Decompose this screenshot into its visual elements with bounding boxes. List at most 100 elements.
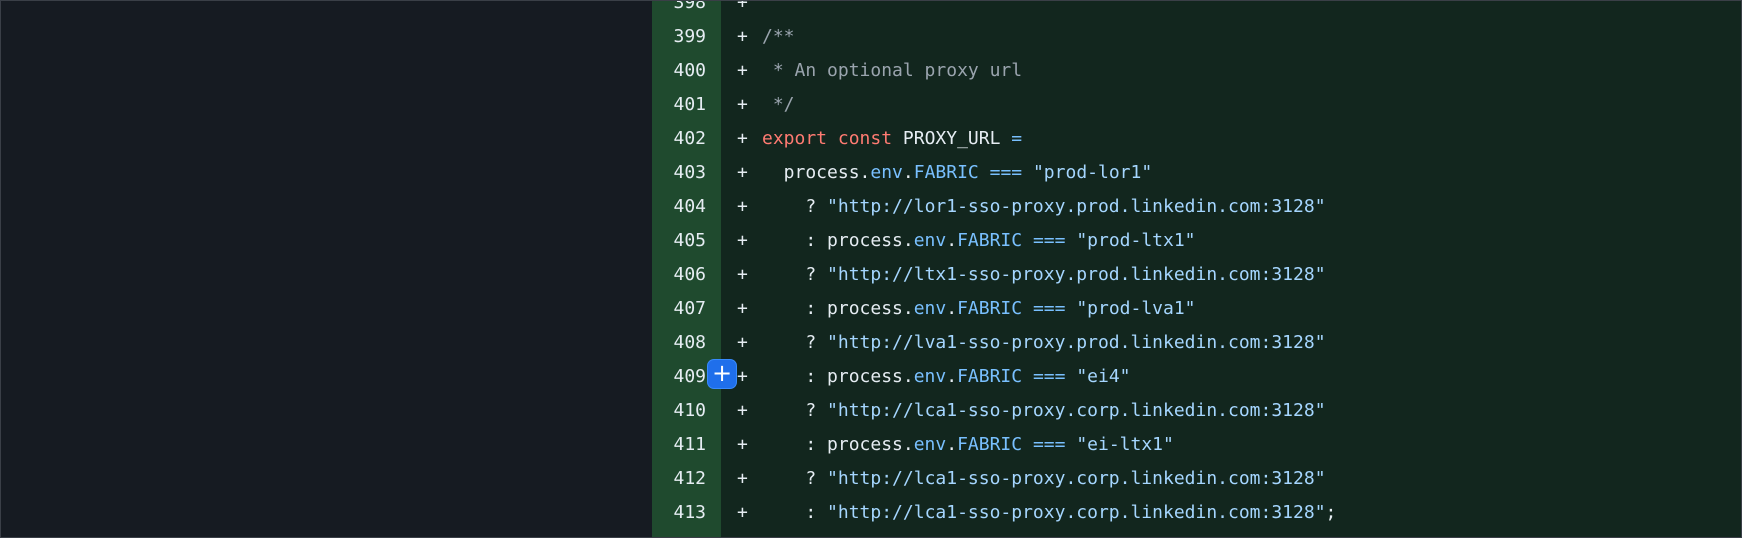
code-token: ===: [1032, 230, 1066, 251]
code-token: .: [946, 298, 958, 319]
added-line-marker: +: [737, 298, 748, 319]
diff-line[interactable]: 399 + /**: [652, 20, 1741, 54]
line-number[interactable]: 410: [652, 394, 706, 428]
diff-line[interactable]: 408 + ? "http://lva1-sso-proxy.prod.linke…: [652, 326, 1741, 360]
diff-line[interactable]: 412 + ? "http://lca1-sso-proxy.corp.linke…: [652, 462, 1741, 496]
line-number[interactable]: 400: [652, 54, 706, 88]
code-token: ?: [762, 332, 828, 353]
added-line-marker: +: [737, 230, 748, 251]
line-number[interactable]: 401: [652, 88, 706, 122]
diff-line[interactable]: 409 + : process.env.FABRIC === "ei4": [652, 360, 1741, 394]
line-number[interactable]: 398: [652, 1, 706, 20]
code-text: : process.env.FABRIC === "ei-ltx1": [762, 428, 1174, 462]
code-text: /**: [762, 20, 795, 54]
code-token: "prod-lor1": [1032, 162, 1153, 183]
added-line-marker: +: [737, 264, 748, 285]
diff-line[interactable]: 413 + : "http://lca1-sso-proxy.corp.linke…: [652, 496, 1741, 530]
line-number[interactable]: 404: [652, 190, 706, 224]
diff-line[interactable]: 404 + ? "http://lor1-sso-proxy.prod.linke…: [652, 190, 1741, 224]
code-token: ?: [762, 264, 828, 285]
code-token: : process.: [762, 434, 914, 455]
added-line-marker: +: [737, 468, 748, 489]
code-token: "http://lor1-sso-proxy.prod.linkedin.com…: [827, 196, 1326, 217]
added-line-marker: +: [737, 94, 748, 115]
added-line-marker: +: [737, 128, 748, 149]
code-token: ?: [762, 196, 828, 217]
code-token: ?: [762, 468, 828, 489]
code-text: ? "http://lor1-sso-proxy.prod.linkedin.c…: [762, 190, 1326, 224]
add-comment-button[interactable]: +: [708, 360, 736, 388]
code-token: ===: [1032, 434, 1066, 455]
code-token: "prod-ltx1": [1076, 230, 1196, 251]
line-number[interactable]: 406: [652, 258, 706, 292]
code-text: ? "http://lva1-sso-proxy.prod.linkedin.c…: [762, 326, 1326, 360]
line-number[interactable]: 411: [652, 428, 706, 462]
line-number[interactable]: 405: [652, 224, 706, 258]
code-text: : process.env.FABRIC === "prod-ltx1": [762, 224, 1196, 258]
code-token: FABRIC: [957, 298, 1023, 319]
code-text: * An optional proxy url: [762, 54, 1022, 88]
added-line-marker: +: [737, 434, 748, 455]
added-line-marker: +: [737, 332, 748, 353]
code-text: ? "http://ltx1-sso-proxy.prod.linkedin.c…: [762, 258, 1326, 292]
code-token: :: [762, 502, 828, 523]
diff-line[interactable]: 400 + * An optional proxy url: [652, 54, 1741, 88]
line-number[interactable]: 407: [652, 292, 706, 326]
diff-viewer: 398 +399 +/** 400 + * An optional proxy url 4…: [0, 0, 1742, 538]
line-number[interactable]: 403: [652, 156, 706, 190]
line-number[interactable]: 399: [652, 20, 706, 54]
diff-line[interactable]: 402 + export const PROXY_URL =: [652, 122, 1741, 156]
added-line-marker: +: [737, 162, 748, 183]
code-token: ===: [1032, 366, 1066, 387]
added-line-marker: +: [737, 26, 748, 47]
diff-line[interactable]: 398 +: [652, 1, 1741, 20]
code-token: FABRIC: [957, 434, 1023, 455]
code-token: /**: [762, 26, 795, 47]
code-token: PROXY_URL: [892, 128, 1012, 149]
code-token: "http://lca1-sso-proxy.corp.linkedin.com…: [827, 400, 1326, 421]
code-token: env: [913, 366, 947, 387]
added-line-marker: +: [737, 502, 748, 523]
diff-line[interactable]: 406 + ? "http://ltx1-sso-proxy.prod.linke…: [652, 258, 1741, 292]
diff-line[interactable]: 403 + process.env.FABRIC === "prod-lor1": [652, 156, 1741, 190]
code-token: : process.: [762, 298, 914, 319]
line-number[interactable]: 402: [652, 122, 706, 156]
code-token: env: [913, 434, 947, 455]
code-token: .: [946, 230, 958, 251]
code-token: "http://lca1-sso-proxy.corp.linkedin.com…: [827, 468, 1326, 489]
code-token: ?: [762, 400, 828, 421]
code-token: .: [946, 366, 958, 387]
diff-line[interactable]: 407 + : process.env.FABRIC === "prod-lva1…: [652, 292, 1741, 326]
line-number[interactable]: 408: [652, 326, 706, 360]
code-token: : process.: [762, 366, 914, 387]
code-token: * An optional proxy url: [762, 60, 1023, 81]
plus-icon: +: [711, 359, 733, 387]
code-token: "ei-ltx1": [1076, 434, 1174, 455]
diff-line[interactable]: 405 + : process.env.FABRIC === "prod-ltx1…: [652, 224, 1741, 258]
line-number[interactable]: 409: [652, 360, 706, 394]
code-token: "http://ltx1-sso-proxy.prod.linkedin.com…: [827, 264, 1326, 285]
diff-line[interactable]: 401 + */: [652, 88, 1741, 122]
diff-line[interactable]: 410 + ? "http://lca1-sso-proxy.corp.linke…: [652, 394, 1741, 428]
code-token: "http://lca1-sso-proxy.corp.linkedin.com…: [827, 502, 1326, 523]
code-token: export: [762, 128, 828, 149]
diff-lines: 398 +399 +/** 400 + * An optional proxy url 4…: [652, 1, 1741, 530]
code-token: "http://lva1-sso-proxy.prod.linkedin.com…: [827, 332, 1326, 353]
code-token: process.: [762, 162, 871, 183]
line-number[interactable]: 413: [652, 496, 706, 530]
code-text: : process.env.FABRIC === "prod-lva1": [762, 292, 1195, 326]
code-token: : process.: [762, 230, 914, 251]
code-token: .: [902, 162, 914, 183]
code-token: const: [837, 128, 893, 149]
line-number[interactable]: 412: [652, 462, 706, 496]
diff-line[interactable]: 411 + : process.env.FABRIC === "ei-ltx1": [652, 428, 1741, 462]
code-text: ? "http://lca1-sso-proxy.corp.linkedin.c…: [762, 462, 1326, 496]
code-text: export const PROXY_URL =: [762, 122, 1022, 156]
code-token: =: [1011, 128, 1023, 149]
